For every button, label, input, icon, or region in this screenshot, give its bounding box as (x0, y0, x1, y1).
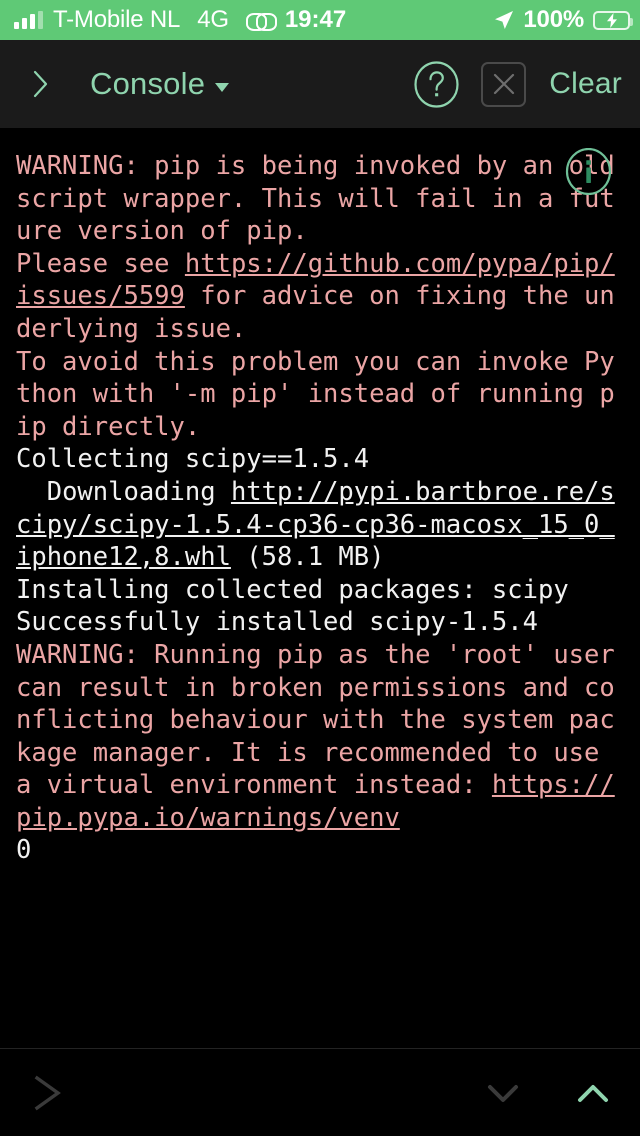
page-title: Console (90, 66, 206, 101)
network-type-label: 4G (197, 6, 229, 33)
status-bar-right: 100% (494, 6, 633, 34)
battery-charging-icon (593, 10, 633, 30)
console-log-text: WARNING: pip is being invoked by an old … (16, 150, 626, 867)
x-square-icon[interactable] (481, 61, 527, 107)
app-header: Console Clear (0, 40, 640, 128)
close-icon (493, 73, 514, 95)
scroll-controls (480, 1076, 616, 1110)
status-bar: T-Mobile NL 4G 19:47 100% (0, 0, 640, 40)
console-text-segment: 0 (16, 835, 32, 866)
battery-percent-label: 100% (523, 6, 584, 33)
location-arrow-icon (495, 11, 514, 29)
lightning-bolt-icon (606, 12, 617, 28)
console-output-area[interactable]: WARNING: pip is being invoked by an old … (0, 128, 640, 1048)
console-title-dropdown[interactable]: Console (90, 66, 230, 102)
chevron-up-icon[interactable] (570, 1076, 616, 1110)
status-bar-left: T-Mobile NL 4G 19:47 (14, 6, 346, 34)
caret-down-icon (215, 82, 230, 92)
signal-bars-icon (14, 11, 43, 29)
header-actions: Clear (413, 60, 622, 108)
chevron-right-icon[interactable] (30, 64, 52, 104)
info-circle-icon[interactable] (565, 148, 612, 195)
clear-button[interactable]: Clear (547, 67, 622, 101)
status-bar-clock: 19:47 (284, 6, 347, 33)
chevron-right-prompt-icon[interactable] (30, 1070, 68, 1116)
carrier-label: T-Mobile NL (53, 6, 181, 33)
question-mark-circle-icon[interactable] (413, 60, 460, 108)
chain-link-icon (245, 10, 277, 31)
bottom-toolbar (0, 1049, 640, 1136)
chevron-down-icon[interactable] (480, 1076, 526, 1110)
